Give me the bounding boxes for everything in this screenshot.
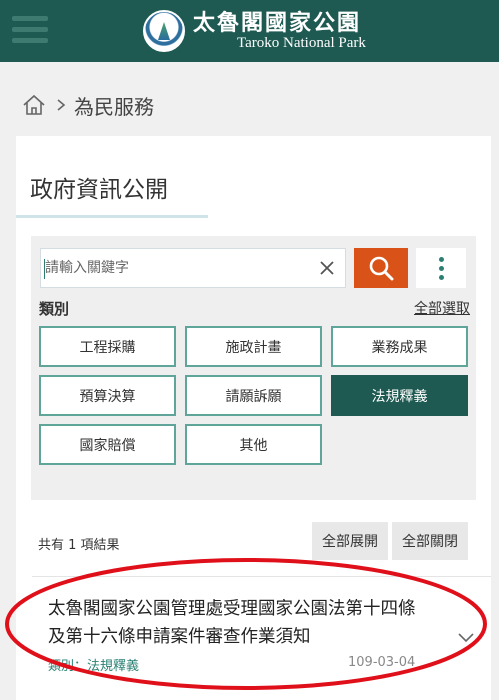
title-underline [16, 215, 208, 218]
result-title[interactable]: 太魯閣國家公園管理處受理國家公園法第十四條及第十六條申請案件審查作業須知 [48, 595, 420, 651]
expand-all-button[interactable]: 全部展開 [312, 522, 388, 560]
search-button[interactable] [354, 248, 408, 288]
park-emblem-icon [143, 10, 185, 52]
category-label: 類別 [39, 300, 70, 318]
category-button[interactable]: 業務成果 [331, 326, 468, 367]
breadcrumb: 為民服務 [22, 91, 154, 120]
category-button[interactable]: 工程採購 [39, 326, 176, 367]
close-icon [320, 261, 334, 275]
chevron-down-icon[interactable] [456, 627, 476, 647]
search-field [40, 248, 346, 288]
result-count: 共有 1 項結果 [38, 538, 120, 553]
more-options-button[interactable] [416, 248, 466, 288]
category-button[interactable]: 預算決算 [39, 375, 176, 416]
category-button[interactable]: 其他 [185, 424, 322, 465]
category-button[interactable]: 國家賠償 [39, 424, 176, 465]
category-button[interactable]: 請願訴願 [185, 375, 322, 416]
home-icon[interactable] [22, 93, 46, 117]
page-title: 政府資訊公開 [30, 177, 168, 203]
category-button-selected[interactable]: 法規釋義 [331, 375, 468, 416]
more-vertical-icon [438, 256, 444, 262]
search-icon [369, 256, 394, 281]
site-subtitle: Taroko National Park [237, 35, 366, 51]
category-button[interactable]: 施政計畫 [185, 326, 322, 367]
search-input[interactable] [45, 249, 305, 287]
content-card: 政府資訊公開 類別 全部選取 工程採購 施政計畫 業務成果 預算決算 請願 [16, 136, 491, 700]
select-all-link[interactable]: 全部選取 [414, 298, 470, 318]
result-list-item[interactable]: 太魯閣國家公園管理處受理國家公園法第十四條及第十六條申請案件審查作業須知 類別：… [32, 576, 491, 700]
result-category: 類別：法規釋義 [48, 659, 140, 674]
hamburger-menu-icon[interactable] [12, 16, 48, 46]
collapse-all-button[interactable]: 全部關閉 [392, 522, 468, 560]
site-title: 太魯閣國家公園 [193, 10, 362, 36]
top-bar: 太魯閣國家公園 Taroko National Park [0, 0, 499, 62]
clear-search-button[interactable] [316, 257, 338, 279]
breadcrumb-current[interactable]: 為民服務 [74, 91, 154, 120]
site-logo[interactable]: 太魯閣國家公園 Taroko National Park [143, 8, 366, 54]
chevron-right-icon [57, 99, 66, 111]
result-date: 109-03-04 [348, 655, 416, 670]
search-panel: 類別 全部選取 工程採購 施政計畫 業務成果 預算決算 請願訴願 法規釋義 國家… [31, 236, 476, 500]
